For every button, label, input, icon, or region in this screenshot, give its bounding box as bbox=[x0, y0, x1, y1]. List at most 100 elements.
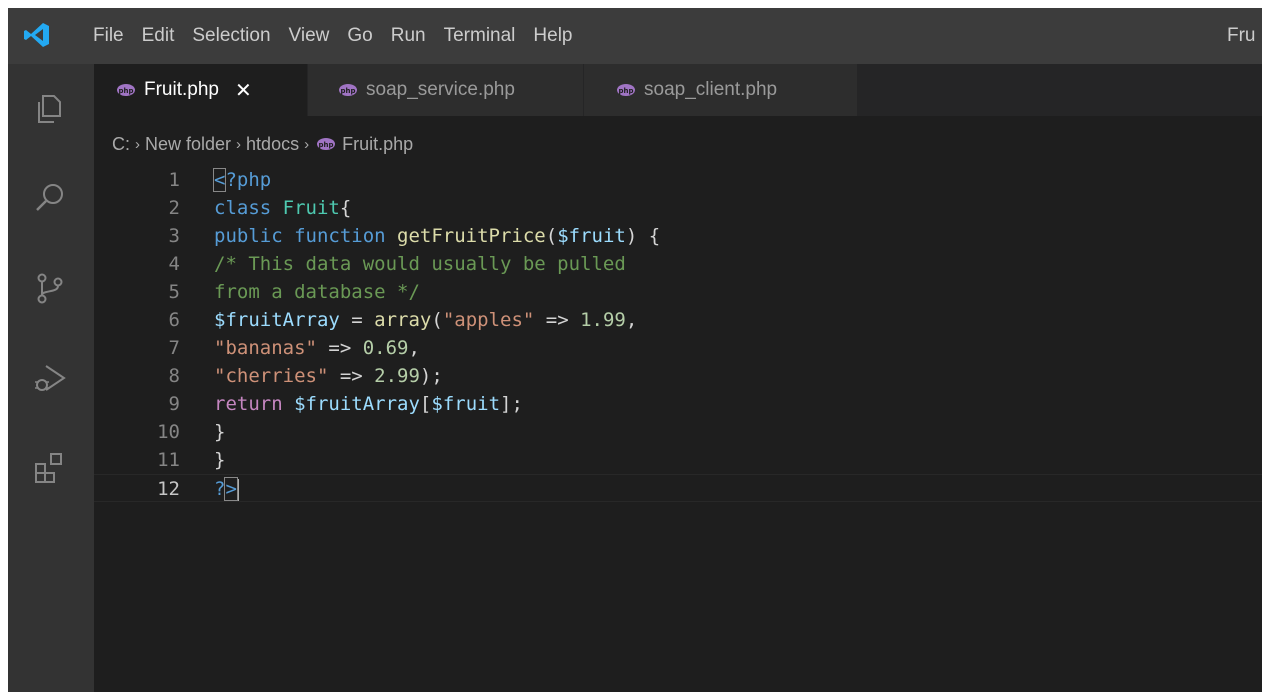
code-token: "apples" bbox=[442, 309, 535, 331]
code-line[interactable]: 6 $fruitArray = array("apples" => 1.99, bbox=[94, 306, 1262, 334]
line-number: 5 bbox=[168, 281, 180, 303]
code-token: ( bbox=[545, 225, 558, 247]
code-token: ) { bbox=[625, 225, 661, 247]
code-token: = bbox=[339, 309, 375, 331]
line-code: "bananas" => 0.69, bbox=[214, 334, 420, 362]
code-line[interactable]: 3 public function getFruitPrice($fruit) { bbox=[94, 222, 1262, 250]
code-token: class bbox=[214, 197, 283, 219]
code-token: return bbox=[214, 393, 295, 415]
code-token: 2.99 bbox=[374, 365, 420, 387]
menu-item-view[interactable]: View bbox=[280, 8, 339, 64]
line-number: 11 bbox=[157, 449, 180, 471]
code-token: $fruitArray bbox=[294, 393, 420, 415]
code-token: "cherries" bbox=[214, 365, 329, 387]
line-number: 4 bbox=[168, 253, 180, 275]
code-line[interactable]: 12 ?> bbox=[94, 474, 1262, 502]
breadcrumb-htdocs[interactable]: htdocs bbox=[246, 134, 299, 155]
tab-soap-client-php[interactable]: php soap_client.php bbox=[584, 64, 858, 116]
explorer-icon[interactable] bbox=[30, 88, 70, 128]
code-token: => bbox=[534, 309, 581, 331]
code-token: $fruit bbox=[557, 225, 626, 247]
code-token: 1.99 bbox=[580, 309, 626, 331]
code-token: ? bbox=[214, 478, 226, 500]
code-token: , bbox=[408, 337, 420, 359]
code-token: > bbox=[224, 477, 238, 501]
code-token: $fruitArray bbox=[214, 309, 340, 331]
code-line[interactable]: 8 "cherries" => 2.99); bbox=[94, 362, 1262, 390]
line-number: 10 bbox=[157, 421, 180, 443]
php-icon: php bbox=[339, 84, 357, 96]
source-control-icon[interactable] bbox=[30, 268, 70, 308]
breadcrumb-folder[interactable]: New folder bbox=[145, 134, 231, 155]
code-token: , bbox=[625, 309, 638, 331]
extensions-icon[interactable] bbox=[30, 448, 70, 488]
code-line[interactable]: 11} bbox=[94, 446, 1262, 474]
line-number: 9 bbox=[168, 393, 180, 415]
menu-item-file[interactable]: File bbox=[84, 8, 133, 64]
run-debug-icon[interactable] bbox=[30, 358, 70, 398]
line-number: 2 bbox=[168, 197, 180, 219]
code-token: $fruit bbox=[431, 393, 501, 415]
code-token: "bananas" bbox=[214, 337, 317, 359]
tab-label: soap_service.php bbox=[366, 79, 515, 100]
menu-bar: File Edit Selection View Go Run Terminal Help bbox=[84, 8, 582, 64]
chevron-right-icon: › bbox=[236, 135, 242, 153]
line-number: 3 bbox=[168, 225, 180, 247]
activity-bar bbox=[8, 64, 94, 692]
menu-item-selection[interactable]: Selection bbox=[183, 8, 279, 64]
code-token: [ bbox=[419, 393, 432, 415]
code-token: Fruit bbox=[282, 197, 340, 219]
window-title: Fru bbox=[1227, 25, 1256, 46]
search-icon[interactable] bbox=[30, 178, 70, 218]
code-token: getFruitPrice bbox=[397, 225, 546, 247]
code-token: } bbox=[214, 449, 226, 471]
tab-fruit-php[interactable]: php Fruit.php ✕ bbox=[94, 64, 308, 116]
chevron-right-icon: › bbox=[135, 135, 140, 153]
line-number: 12 bbox=[157, 478, 180, 500]
php-icon: php bbox=[317, 138, 336, 150]
tab-soap-service-php[interactable]: php soap_service.php bbox=[308, 64, 584, 116]
line-number: 6 bbox=[168, 309, 180, 331]
breadcrumb-file[interactable]: Fruit.php bbox=[342, 134, 413, 155]
breadcrumb: C: › New folder › htdocs › php Fruit.php bbox=[112, 132, 413, 156]
close-icon[interactable]: ✕ bbox=[235, 78, 252, 103]
menu-item-help[interactable]: Help bbox=[524, 8, 581, 64]
code-token: function bbox=[294, 225, 398, 247]
code-token: array bbox=[374, 309, 432, 331]
code-token: ]; bbox=[500, 393, 523, 415]
menu-item-edit[interactable]: Edit bbox=[133, 8, 184, 64]
code-token: { bbox=[339, 197, 352, 219]
code-line[interactable]: 1 <?php bbox=[94, 166, 1262, 194]
code-token: from a database */ bbox=[214, 281, 420, 303]
line-number: 1 bbox=[168, 169, 180, 191]
php-icon: php bbox=[117, 84, 135, 96]
code-line[interactable]: 10} bbox=[94, 418, 1262, 446]
code-token: /* This data would usually be pulled bbox=[214, 253, 626, 275]
vscode-window: File Edit Selection View Go Run Terminal Help F… bbox=[8, 8, 1262, 692]
code-line[interactable]: 5 from a database */ bbox=[94, 278, 1262, 306]
code-line[interactable]: 9 return $fruitArray[$fruit]; bbox=[94, 390, 1262, 418]
line-code: ?> bbox=[214, 475, 239, 503]
code-line[interactable]: 7 "bananas" => 0.69, bbox=[94, 334, 1262, 362]
line-code: } bbox=[214, 418, 225, 446]
line-code: public function getFruitPrice($fruit) { bbox=[214, 222, 660, 250]
breadcrumb-drive[interactable]: C: bbox=[112, 134, 130, 155]
svg-text:php: php bbox=[618, 87, 633, 95]
code-token: => bbox=[316, 337, 363, 359]
code-token: 0.69 bbox=[362, 337, 409, 359]
vscode-logo-icon bbox=[24, 23, 49, 47]
tab-label: soap_client.php bbox=[644, 79, 778, 100]
code-token: ); bbox=[419, 365, 443, 387]
line-code: $fruitArray = array("apples" => 1.99, bbox=[214, 306, 637, 334]
menu-item-go[interactable]: Go bbox=[338, 8, 381, 64]
text-cursor bbox=[236, 478, 239, 501]
code-line[interactable]: 2 class Fruit{ bbox=[94, 194, 1262, 222]
line-number: 8 bbox=[168, 365, 180, 387]
svg-text:php: php bbox=[118, 87, 133, 95]
code-token: < bbox=[212, 168, 227, 192]
menu-item-run[interactable]: Run bbox=[382, 8, 435, 64]
menu-item-terminal[interactable]: Terminal bbox=[435, 8, 525, 64]
svg-text:php: php bbox=[340, 87, 355, 95]
code-editor[interactable]: 1 <?php 2 class Fruit{3 public function getF… bbox=[94, 164, 1262, 692]
code-line[interactable]: 4 /* This data would usually be pulled bbox=[94, 250, 1262, 278]
